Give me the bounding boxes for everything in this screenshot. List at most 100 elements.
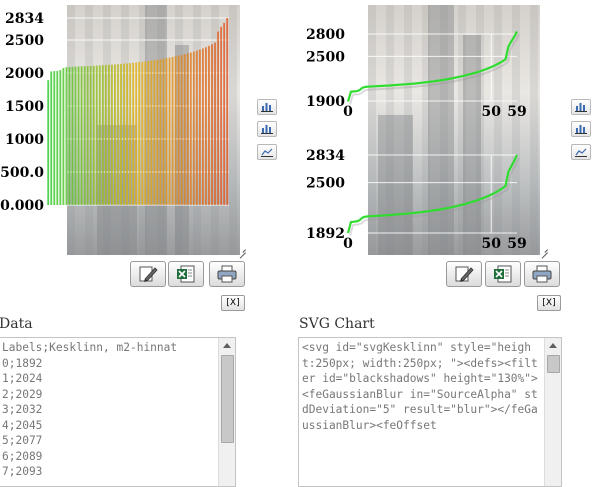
bar (47, 80, 50, 205)
data-panel-title: Data (0, 316, 33, 332)
y-tick-label: 1900 (306, 94, 345, 110)
line-shadow (349, 157, 520, 237)
bar (214, 42, 216, 205)
bar (126, 63, 128, 205)
excel-export-button[interactable] (168, 261, 204, 287)
bar-chart-button[interactable] (571, 121, 591, 137)
bar (156, 59, 159, 206)
bar-chart-button[interactable] (571, 99, 591, 115)
y-tick-label: 2500 (306, 176, 345, 192)
scroll-thumb[interactable] (547, 355, 560, 373)
close-button[interactable]: [X] (221, 295, 245, 311)
svg-textarea[interactable]: <svg id="svgKesklinn" style="height:250p… (298, 337, 562, 487)
bar (159, 59, 162, 205)
bar (220, 26, 223, 205)
scroll-up-arrow-icon[interactable] (545, 338, 561, 354)
bar (174, 56, 177, 205)
print-button[interactable] (524, 261, 560, 287)
print-icon (532, 265, 552, 283)
area-chart-button[interactable] (257, 144, 277, 160)
y-tick-label: 2834 (306, 148, 345, 164)
y-tick-label: 500.0 (0, 165, 44, 181)
area-chart-icon (575, 148, 587, 157)
bar (98, 65, 101, 205)
bar-chart-button[interactable] (257, 99, 277, 115)
data-text: Labels;Kesklinn, m2-hinnat 0;1892 1;2024… (2, 341, 178, 478)
y-tick-label: 0.000 (0, 198, 44, 214)
bar (198, 49, 201, 206)
bar (83, 66, 86, 205)
bar (171, 56, 174, 205)
line-chart-top: 2800 2500 19000 50 59 (306, 27, 527, 120)
excel-export-icon (177, 265, 195, 283)
bar (68, 66, 71, 205)
bar (138, 62, 141, 205)
svg-scrollbar[interactable] (544, 338, 561, 486)
bar-chart-icon (261, 103, 273, 112)
bar (132, 62, 135, 205)
chart-resize-grip[interactable] (538, 243, 548, 253)
chart-resize-grip[interactable] (236, 243, 246, 253)
y-tick-label: 1000 (5, 132, 44, 148)
bar (205, 47, 207, 205)
bar (120, 63, 122, 205)
bar (86, 66, 89, 205)
excel-export-button[interactable] (485, 261, 521, 287)
bar (62, 67, 65, 205)
area-chart-icon (261, 148, 273, 157)
excel-export-icon (494, 265, 512, 283)
close-button[interactable]: [X] (537, 295, 561, 311)
y-tick-label: 2500 (5, 33, 44, 49)
bar (107, 64, 110, 205)
bar (141, 61, 144, 205)
y-tick-label: 1500 (5, 99, 44, 115)
bar (147, 61, 150, 205)
bar-chart-icon (575, 103, 587, 112)
edit-button[interactable] (130, 261, 166, 287)
bar (101, 65, 104, 206)
bar (53, 71, 56, 206)
bar (168, 57, 171, 205)
bar (129, 63, 132, 206)
scroll-thumb[interactable] (221, 355, 234, 443)
edit-button[interactable] (446, 261, 482, 287)
bar-chart-button[interactable] (257, 121, 277, 137)
bar (77, 66, 80, 205)
bar (117, 64, 119, 205)
bar (186, 53, 189, 206)
y-tick-label: 2500 (306, 49, 345, 65)
bar (89, 65, 92, 206)
svg-panel-title: SVG Chart (299, 316, 375, 332)
bar (56, 70, 59, 205)
line-shadow (349, 34, 520, 105)
x-tick-label: 0 (343, 104, 353, 120)
y-tick-label: 2834 (5, 11, 44, 27)
y-tick-label: 1892 (306, 226, 345, 242)
bar (71, 66, 74, 205)
x-tick-label: 50 (481, 236, 501, 252)
bar (162, 58, 165, 205)
bar (92, 65, 95, 205)
data-textarea[interactable]: Labels;Kesklinn, m2-hinnat 0;1892 1;2024… (0, 337, 236, 487)
bar-chart: 2834 2500 2000 1500 1000 500.0 0.000 (0, 11, 229, 214)
bar (223, 22, 226, 206)
bar (189, 52, 192, 205)
data-scrollbar[interactable] (218, 338, 235, 486)
bar-chart-icon (261, 125, 273, 134)
print-button[interactable] (209, 261, 245, 287)
scroll-up-arrow-icon[interactable] (219, 338, 235, 354)
bar (59, 70, 62, 205)
bar (226, 18, 229, 205)
bar (135, 62, 138, 205)
bar (50, 71, 53, 206)
bar (195, 50, 198, 205)
edit-pencil-icon (139, 266, 158, 282)
print-icon (217, 265, 237, 283)
bar (177, 55, 180, 206)
bar (211, 44, 213, 205)
area-chart-button[interactable] (571, 144, 591, 160)
bar (165, 58, 168, 205)
y-tick-label: 2000 (5, 66, 44, 82)
bar (150, 60, 153, 205)
bar (153, 60, 156, 205)
